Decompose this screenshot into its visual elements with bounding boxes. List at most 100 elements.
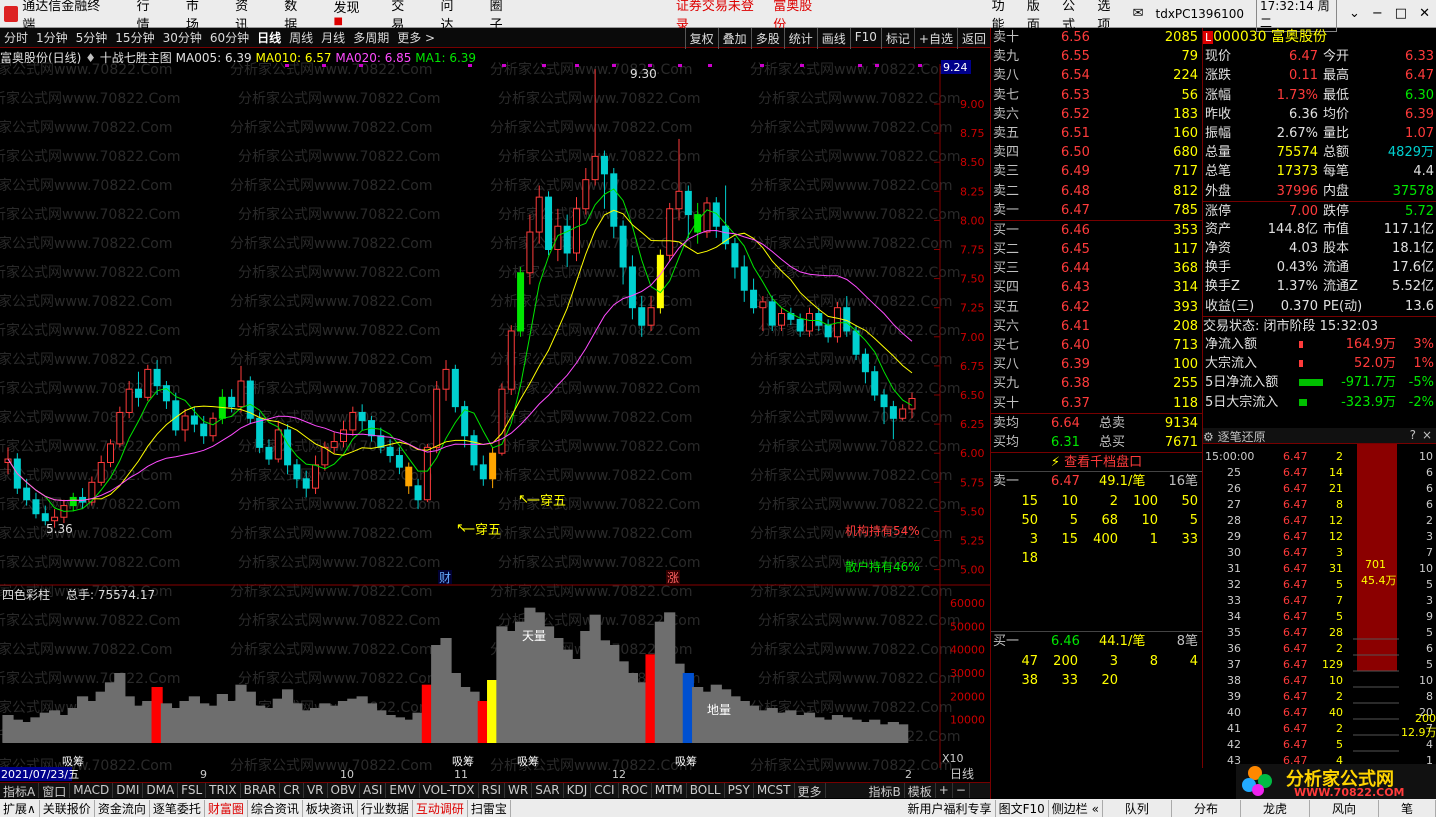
add-watch-button[interactable]: +自选 (913, 28, 957, 49)
bid-row[interactable]: 买八 6.39 100 (991, 355, 1202, 374)
bottom-tab[interactable]: 关联报价 (40, 799, 95, 817)
indicator-tab[interactable]: DMI (113, 783, 144, 798)
bid-row[interactable]: 买一 6.46 353 (991, 221, 1202, 240)
tick-gear-icon[interactable]: ⚙ (1203, 430, 1214, 444)
indicator-tab[interactable]: 指标A (0, 783, 40, 799)
collapse-icon[interactable]: ⌄ (1349, 6, 1360, 21)
menu-discover[interactable]: 发现■ (334, 0, 366, 31)
indicator-tab[interactable]: KDJ (564, 783, 592, 798)
indicator-tab[interactable]: − (953, 783, 970, 798)
indicator-tab[interactable]: OBV (328, 783, 361, 798)
draw-button[interactable]: 画线 (816, 28, 850, 49)
back-button[interactable]: 返回 (956, 28, 990, 49)
mail-icon[interactable]: ✉ (1133, 6, 1144, 21)
minimize-icon[interactable]: − (1372, 6, 1383, 21)
bottom-right-tab[interactable]: 风向 (1310, 799, 1379, 817)
ask-row[interactable]: 卖十 6.56 2085 (991, 28, 1202, 47)
indicator-tab[interactable]: BOLL (687, 783, 725, 798)
bottom-right-tab[interactable]: 新用户福利专享 (905, 799, 996, 817)
vol-indicator-name[interactable]: 四色彩柱 (2, 587, 50, 602)
adjust-button[interactable]: 复权 (684, 28, 718, 49)
indicator-tab[interactable]: 指标B (866, 783, 905, 799)
bottom-right-tab[interactable]: 队列 (1103, 799, 1172, 817)
tab-5min[interactable]: 5分钟 (76, 29, 108, 46)
ask-row[interactable]: 卖七 6.53 56 (991, 86, 1202, 105)
bottom-tab[interactable]: 互动调研 (413, 799, 468, 817)
tab-monthly[interactable]: 月线 (321, 29, 345, 46)
help-icon[interactable]: ? (1410, 428, 1416, 442)
tab-15min[interactable]: 15分钟 (115, 29, 154, 46)
indicator-tab[interactable]: PSY (725, 783, 754, 798)
bottom-tab[interactable]: 综合资讯 (248, 799, 303, 817)
rise-marker-label[interactable]: 涨 (667, 570, 679, 585)
f10-button[interactable]: F10 (849, 28, 881, 49)
bottom-tab[interactable]: 扩展∧ (0, 799, 40, 817)
indicator-tab[interactable]: BRAR (241, 783, 281, 798)
finance-marker-label[interactable]: 财 (439, 571, 451, 585)
indicator-tab[interactable]: RSI (479, 783, 506, 798)
indicator-tab[interactable]: 模板 (905, 783, 936, 799)
tab-fenshi[interactable]: 分时 (4, 29, 28, 46)
indicator-tab[interactable]: SAR (532, 783, 564, 798)
bottom-tab[interactable]: 资金流向 (95, 799, 150, 817)
bid-row[interactable]: 买三 6.44 368 (991, 259, 1202, 278)
close-icon[interactable]: ✕ (1419, 6, 1430, 21)
ask-row[interactable]: 卖二 6.48 812 (991, 182, 1202, 201)
indicator-tab[interactable]: MACD (70, 783, 114, 798)
indicator-tab[interactable]: ASI (360, 783, 387, 798)
mark-button[interactable]: 标记 (880, 28, 914, 49)
indicator-tab[interactable]: 更多 (795, 783, 826, 799)
bid-row[interactable]: 买九 6.38 255 (991, 374, 1202, 393)
bid-row[interactable]: 买七 6.40 713 (991, 336, 1202, 355)
multi-stock-button[interactable]: 多股 (750, 28, 784, 49)
maximize-icon[interactable]: □ (1395, 6, 1407, 21)
indicator-tab[interactable]: EMV (386, 783, 420, 798)
indicator-tab[interactable]: MCST (754, 783, 795, 798)
indicator-tab[interactable]: VOL-TDX (420, 783, 479, 798)
indicator-tab[interactable]: FSL (178, 783, 207, 798)
bottom-right-tab[interactable]: 图文F10 (996, 799, 1049, 817)
ask-row[interactable]: 卖五 6.51 160 (991, 124, 1202, 143)
ask-row[interactable]: 卖三 6.49 717 (991, 162, 1202, 181)
bottom-tab[interactable]: 行业数据 (358, 799, 413, 817)
tab-60min-label[interactable]: 60分钟 (210, 29, 249, 46)
ask-row[interactable]: 卖一 6.47 785 (991, 201, 1202, 220)
bottom-tab[interactable]: 板块资讯 (303, 799, 358, 817)
overlay-button[interactable]: 叠加 (717, 28, 751, 49)
close-panel-icon[interactable]: × (1422, 428, 1432, 442)
kline-chart[interactable]: 分析家公式网www.70822.Com 分析家公式网www.70822.Com 分析… (0, 48, 990, 782)
ask-row[interactable]: 卖九 6.55 79 (991, 47, 1202, 66)
bid-row[interactable]: 买二 6.45 117 (991, 240, 1202, 259)
thousand-depth-button[interactable]: ⚡ 查看千档盘口 (991, 452, 1202, 471)
bottom-right-tab[interactable]: 笔 (1379, 799, 1436, 817)
bid-row[interactable]: 买十 6.37 118 (991, 394, 1202, 413)
bottom-right-tab[interactable]: 侧边栏 « (1049, 799, 1103, 817)
indicator-tab[interactable]: WR (505, 783, 533, 798)
bottom-tab[interactable]: 财富圈 (205, 799, 248, 817)
bid-row[interactable]: 买六 6.41 208 (991, 317, 1202, 336)
indicator-tab[interactable]: DMA (143, 783, 179, 798)
tab-1min[interactable]: 1分钟 (36, 29, 68, 46)
user-id[interactable]: tdxPC1396100 (1156, 7, 1244, 21)
ask-row[interactable]: 卖四 6.50 680 (991, 143, 1202, 162)
bottom-tab[interactable]: 扫雷宝 (468, 799, 511, 817)
indicator-tab[interactable]: VR (304, 783, 328, 798)
indicator-tab[interactable]: TRIX (206, 783, 241, 798)
bottom-right-tab[interactable]: 分布 (1172, 799, 1241, 817)
tab-weekly[interactable]: 周线 (289, 29, 313, 46)
indicator-tab[interactable]: MTM (652, 783, 687, 798)
tab-more[interactable]: 更多 > (397, 29, 435, 46)
tick-list[interactable]: 15:00:00 6.47 2 1025 6.47 14 626 6.47 21 627 6.47 8… (1203, 444, 1436, 774)
ask-row[interactable]: 卖八 6.54 224 (991, 66, 1202, 85)
bottom-tab[interactable]: 逐笔委托 (150, 799, 205, 817)
bottom-right-tab[interactable]: 龙虎 (1241, 799, 1310, 817)
tab-30min[interactable]: 30分钟 (163, 29, 202, 46)
indicator-tab[interactable]: CCI (591, 783, 619, 798)
tab-multi[interactable]: 多周期 (353, 29, 389, 46)
tab-daily[interactable]: 日线 (257, 29, 281, 46)
bid-row[interactable]: 买五 6.42 393 (991, 298, 1202, 317)
tick-title[interactable]: 逐笔还原 (1218, 430, 1266, 444)
indicator-tab[interactable]: + (936, 783, 953, 798)
stats-button[interactable]: 统计 (783, 28, 817, 49)
ask-row[interactable]: 卖六 6.52 183 (991, 105, 1202, 124)
